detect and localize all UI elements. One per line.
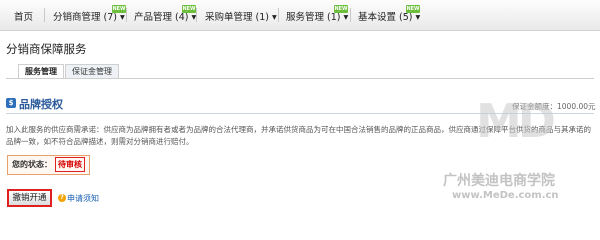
new-badge: NEW bbox=[334, 5, 348, 13]
new-badge: NEW bbox=[406, 5, 420, 13]
tab-deposit-management[interactable]: 保证金管理 bbox=[65, 64, 119, 79]
watermark-url: www.MeDe.com.cn bbox=[452, 190, 559, 201]
nav-divider bbox=[278, 8, 279, 22]
application-notes-link[interactable]: 申请须知 bbox=[67, 193, 99, 204]
tab-service-management[interactable]: 服务管理 bbox=[18, 64, 64, 79]
nav-divider bbox=[126, 8, 127, 22]
nav-divider bbox=[350, 8, 351, 22]
nav-item-purchase-order-management[interactable]: 采购单管理 (1) ▾ bbox=[205, 9, 277, 23]
watermark-text: 广州美迪电商学院 bbox=[443, 173, 555, 189]
top-navigation: 首页 分销商管理 (7) ▾ NEW 产品管理 (4) ▾ NEW 采购单管理 … bbox=[0, 0, 600, 31]
new-badge: NEW bbox=[112, 5, 126, 13]
status-badge: 待审核 bbox=[55, 157, 85, 172]
nav-divider bbox=[44, 8, 45, 22]
tab-bar-line bbox=[6, 78, 594, 79]
cancel-activation-button[interactable]: 撤销开通 bbox=[7, 189, 52, 207]
new-badge: NEW bbox=[182, 5, 196, 13]
watermark-logo: MD bbox=[476, 94, 556, 148]
nav-divider bbox=[196, 8, 197, 22]
status-label: 您的状态： bbox=[12, 160, 52, 169]
section-title: 品牌授权 bbox=[19, 98, 63, 111]
status-box: 您的状态： 待审核 bbox=[7, 155, 90, 175]
help-icon: ? bbox=[58, 194, 66, 202]
page-title: 分销商保障服务 bbox=[6, 42, 87, 56]
nav-item-home[interactable]: 首页 bbox=[14, 9, 33, 23]
section-icon: $ bbox=[6, 98, 16, 108]
